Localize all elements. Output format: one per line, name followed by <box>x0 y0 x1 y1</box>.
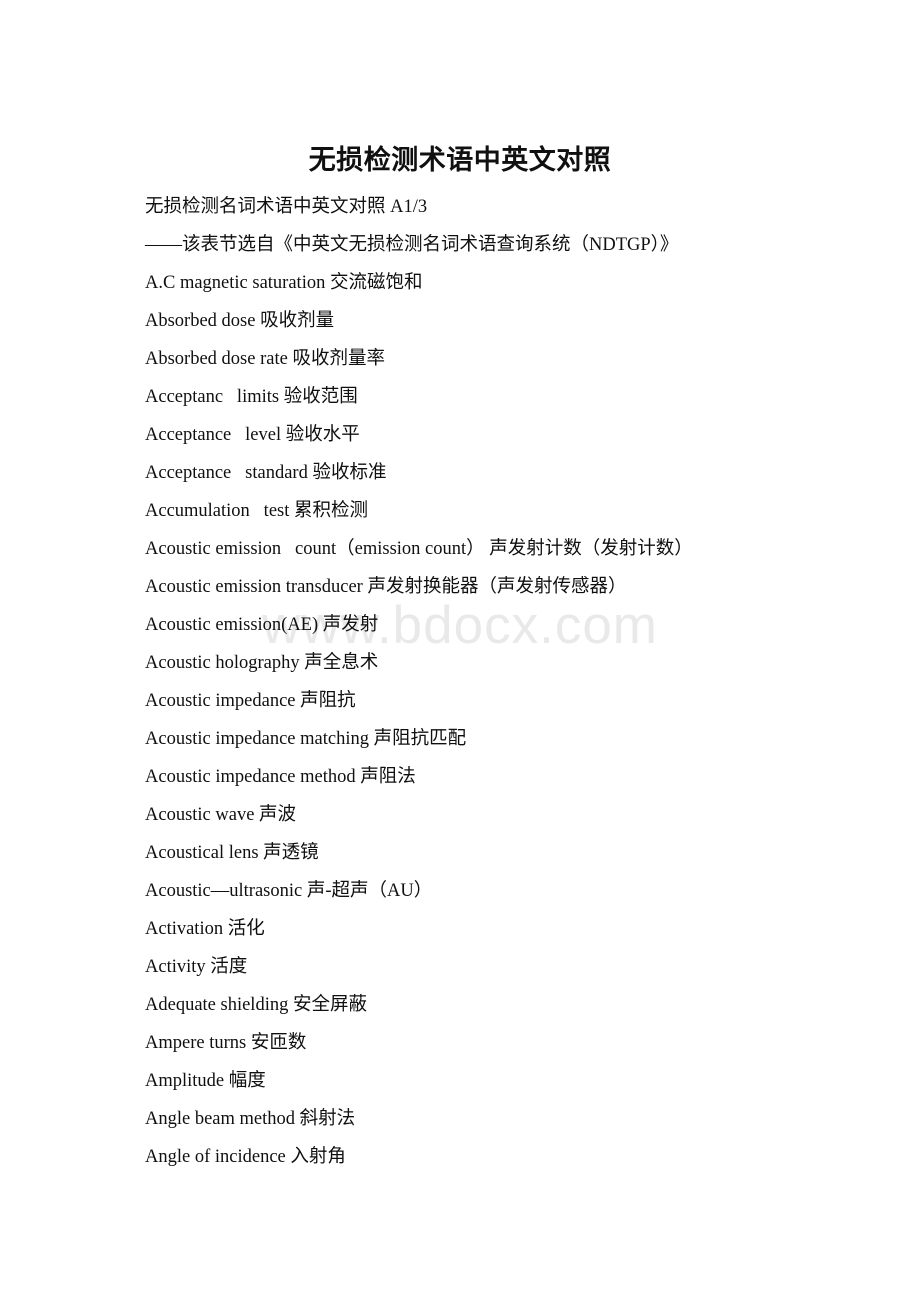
glossary-line: Acoustic—ultrasonic 声-超声（AU） <box>145 881 433 901</box>
glossary-line: Acceptance standard 验收标准 <box>145 463 387 483</box>
glossary-line: Activity 活度 <box>145 957 248 977</box>
glossary-line: A.C magnetic saturation 交流磁饱和 <box>145 273 423 293</box>
glossary-line: Acoustic emission transducer 声发射换能器（声发射传… <box>145 577 627 597</box>
document-body: 无损检测术语中英文对照 无损检测名词术语中英文对照 A1/3 ——该表节选自《中… <box>0 0 920 1176</box>
glossary-line: Absorbed dose rate 吸收剂量率 <box>145 349 385 369</box>
page-title: 无损检测术语中英文对照 <box>308 145 612 175</box>
glossary-line: Acoustic emission count（emission count） … <box>145 539 693 559</box>
glossary-line: Acceptanc limits 验收范围 <box>145 387 358 407</box>
glossary-line: Acoustic impedance 声阻抗 <box>145 691 356 711</box>
glossary-line: Acoustic impedance matching 声阻抗匹配 <box>145 729 467 749</box>
glossary-line: Acceptance level 验收水平 <box>145 425 360 445</box>
glossary-line: Adequate shielding 安全屏蔽 <box>145 995 367 1015</box>
glossary-line: Acoustic wave 声波 <box>145 805 297 825</box>
glossary-line: Acoustic emission(AE) 声发射 <box>145 615 379 635</box>
glossary-line: Angle beam method 斜射法 <box>145 1109 356 1129</box>
glossary-line: Accumulation test 累积检测 <box>145 501 368 521</box>
glossary-line: 无损检测名词术语中英文对照 A1/3 <box>145 197 428 217</box>
glossary-line: Acoustic holography 声全息术 <box>145 653 379 673</box>
glossary-line: Acoustical lens 声透镜 <box>145 843 319 863</box>
document-page: www.bdocx.com 无损检测术语中英文对照 无损检测名词术语中英文对照 … <box>0 0 920 1302</box>
glossary-line-list: 无损检测名词术语中英文对照 A1/3 ——该表节选自《中英文无损检测名词术语查询… <box>0 188 920 1176</box>
glossary-line: Acoustic impedance method 声阻法 <box>145 767 416 787</box>
glossary-line: Absorbed dose 吸收剂量 <box>145 311 335 331</box>
glossary-line: ——该表节选自《中英文无损检测名词术语查询系统（NDTGP）》 <box>145 235 679 255</box>
glossary-line: Ampere turns 安匝数 <box>145 1033 307 1053</box>
glossary-line: Amplitude 幅度 <box>145 1071 266 1091</box>
glossary-line: Angle of incidence 入射角 <box>145 1147 346 1167</box>
glossary-line: Activation 活化 <box>145 919 265 939</box>
